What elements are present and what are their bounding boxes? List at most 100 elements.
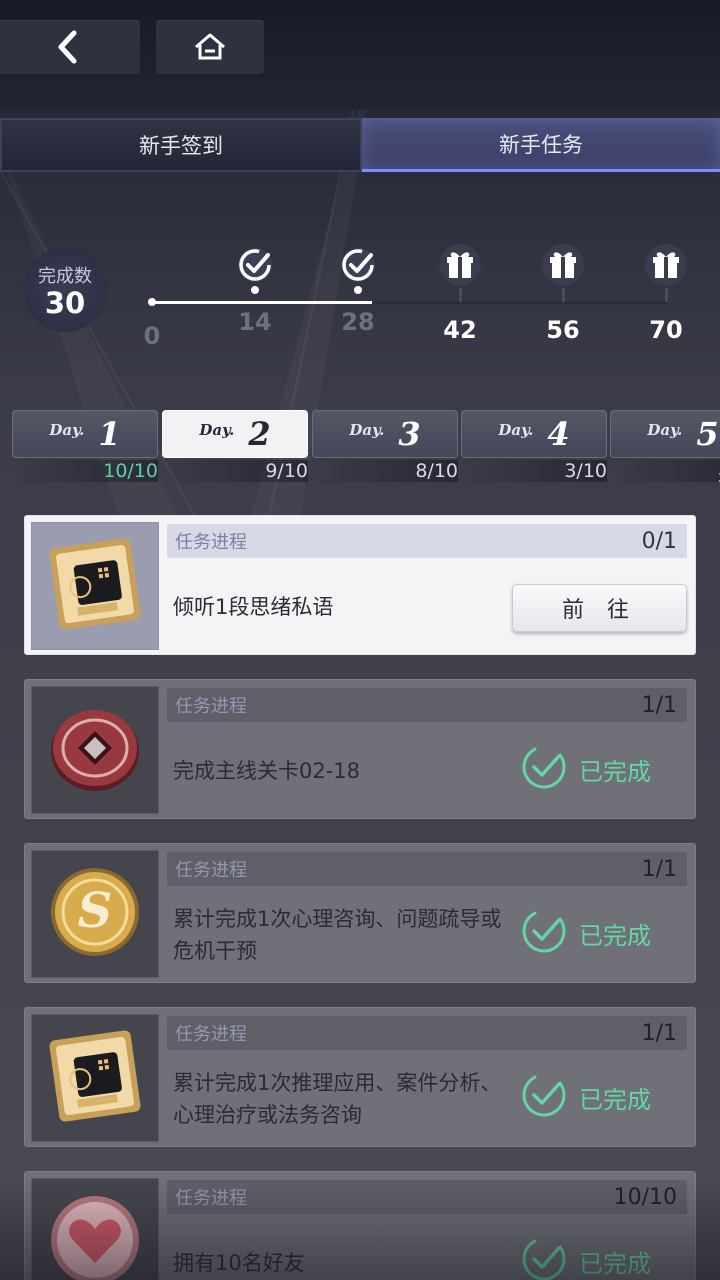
milestone-marker <box>251 286 259 294</box>
task-progress-label: 任务进程 <box>175 532 247 553</box>
day-button[interactable]: Day. 1 <box>12 410 158 458</box>
task-status-text: 已完成 <box>579 921 651 950</box>
task-completed-status: 已完成 <box>521 744 651 794</box>
day-word: Day. <box>498 421 534 439</box>
task-reward-thumb <box>31 1014 159 1142</box>
day-number: 2 <box>248 415 271 453</box>
task-progress-header: 任务进程 0/1 <box>167 524 687 558</box>
day-selector: Day. 1 10/10 Day. 2 9/10 Day. 3 8/10 Day. 4 3/10 Day… <box>0 410 720 486</box>
task-progress-header: 任务进程 1/1 <box>167 688 687 722</box>
bottom-fade <box>0 1180 720 1280</box>
day-progress: 未开 <box>610 460 720 486</box>
milestone-value: 42 <box>443 316 477 344</box>
day-number: 3 <box>398 415 421 453</box>
day-progress: 10/10 <box>12 460 158 482</box>
day-tab-3[interactable]: Day. 3 8/10 <box>312 410 458 482</box>
day-progress: 8/10 <box>312 460 458 482</box>
day-button[interactable]: Day. 5 <box>610 410 720 458</box>
task-card: 任务进程 1/1 累计完成1次推理应用、案件分析、心理治疗或法务咨询 已完成 <box>24 1007 696 1147</box>
day-button[interactable]: Day. 4 <box>461 410 607 458</box>
gift-icon <box>437 242 483 288</box>
day-tab-4[interactable]: Day. 4 3/10 <box>461 410 607 482</box>
task-description: 累计完成1次心理咨询、问题疏导或危机干预 <box>173 907 502 963</box>
day-number: 1 <box>98 415 121 453</box>
milestone-marker <box>354 286 362 294</box>
milestone-value: 14 <box>238 308 272 336</box>
check-badge-icon <box>232 242 278 288</box>
milestone-28[interactable]: 28 <box>328 230 388 336</box>
task-completed-status: 已完成 <box>521 1072 651 1122</box>
check-circle-icon <box>521 1072 567 1122</box>
gift-icon <box>540 242 586 288</box>
day-word: Day. <box>647 421 683 439</box>
task-completed-status: 已完成 <box>521 908 651 958</box>
home-icon <box>195 33 225 60</box>
origin-dot <box>148 298 156 306</box>
task-progress-label: 任务进程 <box>175 696 247 717</box>
task-reward-thumb <box>31 686 159 814</box>
milestone-42[interactable]: 42 <box>430 230 490 344</box>
check-badge-icon <box>335 242 381 288</box>
tab-newbie-checkin[interactable]: 新手签到 <box>0 118 362 172</box>
check-circle-icon <box>521 908 567 958</box>
gift-icon <box>643 242 689 288</box>
top-bar <box>0 0 720 110</box>
svg-text:S: S <box>78 883 113 939</box>
chevron-left-icon <box>58 30 77 64</box>
day-word: Day. <box>199 421 235 439</box>
tab-bar: 新手签到 新手任务 <box>0 118 720 172</box>
milestone-value: 28 <box>341 308 375 336</box>
day-tab-1[interactable]: Day. 1 10/10 <box>12 410 158 482</box>
back-button[interactable] <box>0 20 140 74</box>
task-reward-thumb <box>31 522 159 650</box>
memory-chip-icon <box>40 529 150 643</box>
day-word: Day. <box>349 421 385 439</box>
task-progress-value: 0/1 <box>641 528 677 554</box>
memory-chip-icon <box>40 1021 150 1135</box>
task-description: 累计完成1次推理应用、案件分析、心理治疗或法务咨询 <box>173 1071 502 1127</box>
day-word: Day. <box>49 421 85 439</box>
red-coin-icon <box>40 693 150 807</box>
task-progress-value: 1/1 <box>641 856 677 882</box>
task-card: 任务进程 0/1 倾听1段思绪私语 前 往 <box>24 515 696 655</box>
home-button[interactable] <box>156 20 264 74</box>
task-status-text: 已完成 <box>579 1085 651 1114</box>
milestone-14[interactable]: 14 <box>225 230 285 336</box>
completion-progress: 完成数 30 0 14 28 42 56 70 <box>0 230 720 370</box>
day-tab-5[interactable]: Day. 5 未开 <box>610 410 720 486</box>
milestone-value: 56 <box>546 316 580 344</box>
task-description: 完成主线关卡02-18 <box>173 759 361 783</box>
task-card: S 任务进程 1/1 累计完成1次心理咨询、问题疏导或危机干预 已完成 <box>24 843 696 983</box>
milestone-70[interactable]: 70 <box>636 230 696 344</box>
day-button[interactable]: Day. 3 <box>312 410 458 458</box>
go-button[interactable]: 前 往 <box>512 584 687 632</box>
day-button[interactable]: Day. 2 <box>162 410 308 458</box>
task-progress-header: 任务进程 1/1 <box>167 852 687 886</box>
completion-count-badge: 完成数 30 <box>23 248 107 332</box>
day-progress: 3/10 <box>461 460 607 482</box>
task-reward-thumb: S <box>31 850 159 978</box>
day-progress: 9/10 <box>162 460 308 482</box>
task-progress-header: 任务进程 1/1 <box>167 1016 687 1050</box>
completion-count-label: 完成数 <box>38 266 92 287</box>
milestone-marker <box>664 288 668 302</box>
task-progress-value: 1/1 <box>641 692 677 718</box>
task-description: 倾听1段思绪私语 <box>173 595 334 619</box>
day-number: 4 <box>547 415 570 453</box>
task-progress-label: 任务进程 <box>175 1024 247 1045</box>
milestone-origin-label: 0 <box>143 322 161 350</box>
gold-s-coin-icon: S <box>40 857 150 971</box>
milestone-marker <box>458 288 462 302</box>
milestone-marker <box>561 288 565 302</box>
check-circle-icon <box>521 744 567 794</box>
task-progress-value: 1/1 <box>641 1020 677 1046</box>
task-progress-label: 任务进程 <box>175 860 247 881</box>
milestone-value: 70 <box>649 316 683 344</box>
completion-count-value: 30 <box>44 286 86 320</box>
task-card: 任务进程 1/1 完成主线关卡02-18 已完成 <box>24 679 696 819</box>
milestone-56[interactable]: 56 <box>533 230 593 344</box>
day-number: 5 <box>696 415 719 453</box>
task-status-text: 已完成 <box>579 757 651 786</box>
day-tab-2[interactable]: Day. 2 9/10 <box>162 410 308 482</box>
tab-newbie-tasks[interactable]: 新手任务 <box>362 118 720 172</box>
